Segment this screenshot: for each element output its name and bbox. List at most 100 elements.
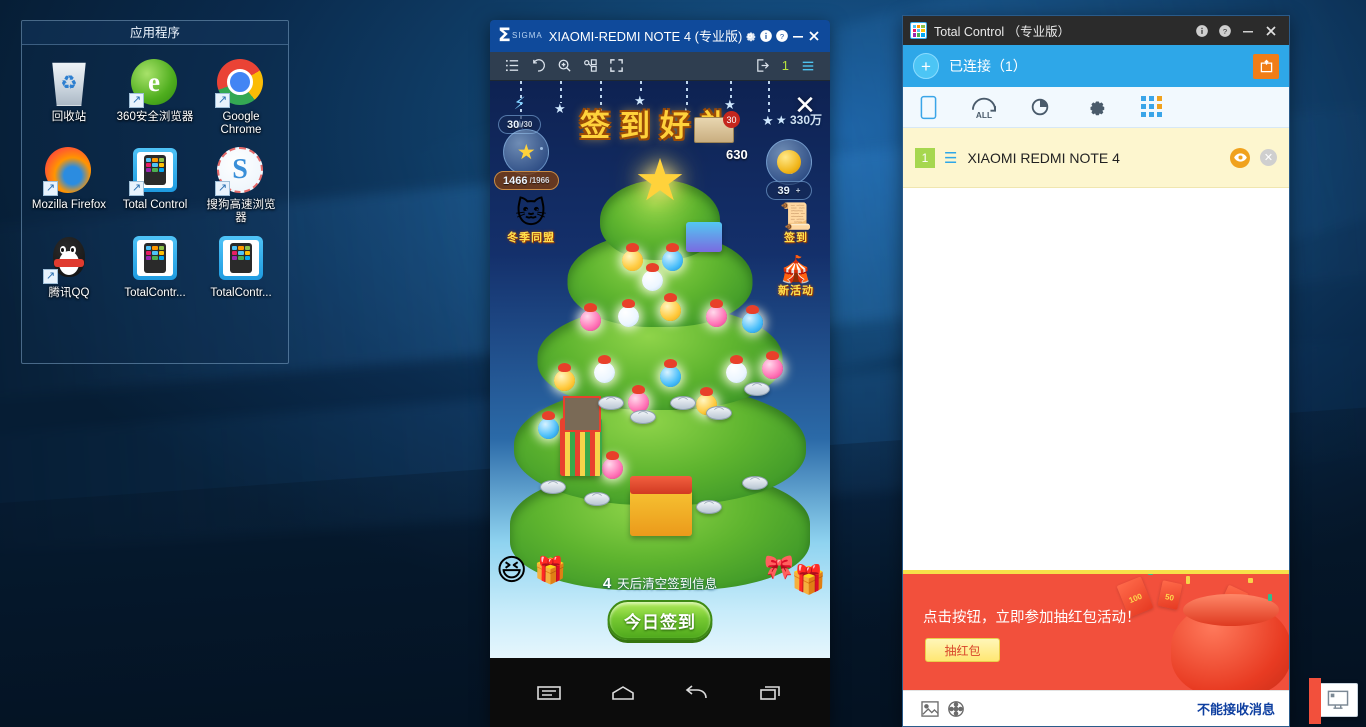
mozilla-firefox-icon: ↗ xyxy=(43,147,93,196)
home-icon[interactable] xyxy=(608,681,638,705)
shortcut-arrow-icon: ↗ xyxy=(43,181,58,196)
sogou-browser-icon: S ↗ xyxy=(215,147,265,196)
phone-mirror-window: Σ SIGMA XIAOMI-REDMI NOTE 4 (专业版) ? 1 ★ … xyxy=(490,20,830,727)
question-icon[interactable]: ? xyxy=(774,25,790,47)
hud-mail[interactable]: 30 xyxy=(694,111,740,147)
grid-apps-icon[interactable] xyxy=(1135,92,1169,122)
show-desktop-monitor-icon[interactable] xyxy=(1309,678,1358,724)
star-icon: ★ xyxy=(516,140,536,164)
sigma-sign: Σ xyxy=(498,24,511,47)
device-index: 1 xyxy=(915,147,935,168)
phone-toolbar-right: 1 xyxy=(750,54,821,78)
key-mapping-icon[interactable] xyxy=(577,54,603,78)
phone-window-titlebar[interactable]: Σ SIGMA XIAOMI-REDMI NOTE 4 (专业版) ? xyxy=(490,20,830,52)
close-icon[interactable] xyxy=(1259,20,1282,42)
info-icon[interactable] xyxy=(1190,20,1213,42)
phone-window-title: XIAOMI-REDMI NOTE 4 (专业版) xyxy=(548,29,743,45)
close-circle-icon[interactable]: ✕ xyxy=(1260,149,1277,166)
hamburger-icon[interactable] xyxy=(795,54,821,78)
expand-icon[interactable] xyxy=(603,54,629,78)
desktop-icon-360-browser[interactable]: e ↗ 360安全浏览器 xyxy=(112,53,198,141)
google-chrome-icon: ↗ xyxy=(215,59,265,108)
rotate-ccw-icon[interactable] xyxy=(525,54,551,78)
back-arrow-icon[interactable] xyxy=(682,681,712,705)
clear-note-text: 天后清空签到信息 xyxy=(617,577,718,592)
shopping-cart-icon[interactable] xyxy=(1253,53,1279,79)
magnifier-icon[interactable] xyxy=(551,54,577,78)
shortcut-arrow-icon: ↗ xyxy=(129,181,144,196)
desktop-icon-totalcontrol-3[interactable]: TotalContr... xyxy=(198,229,284,304)
desktop-icon-recycle-bin[interactable]: 回收站 xyxy=(26,53,112,141)
hud-energy[interactable]: ⚡ 30 /30 xyxy=(498,93,542,135)
gear-icon[interactable] xyxy=(742,25,758,47)
info-icon[interactable] xyxy=(758,25,774,47)
recents-icon[interactable] xyxy=(756,681,786,705)
red-envelope-art: 抽红包！ 100 50 50 xyxy=(1116,574,1289,690)
phone-toolbar: 1 xyxy=(490,51,830,82)
desktop-icon-google-chrome[interactable]: ↗ Google Chrome xyxy=(198,53,284,141)
eye-icon[interactable] xyxy=(1230,147,1250,168)
desktop-icon-totalcontrol-2[interactable]: TotalContr... xyxy=(112,229,198,304)
list-icon[interactable] xyxy=(499,54,525,78)
desktop-icon-sogou-browser[interactable]: S ↗ 搜狗高速浏览器 xyxy=(198,141,284,229)
score-value: 330万 xyxy=(789,113,822,128)
promo-text: 点击按钮，立即参加抽红包活动！ xyxy=(923,610,1141,626)
red-envelope-icon: 50 xyxy=(1157,580,1183,610)
total-control-logo-icon xyxy=(910,22,927,39)
icon-label: 回收站 xyxy=(51,111,87,123)
total-control-icon: ↗ xyxy=(129,147,179,196)
sigma-word: SIGMA xyxy=(511,31,543,41)
gear-icon[interactable] xyxy=(1079,92,1113,122)
icon-label: TotalContr... xyxy=(124,287,186,299)
shortcut-arrow-icon: ↗ xyxy=(43,269,58,284)
desktop-icon-mozilla-firefox[interactable]: ↗ Mozilla Firefox xyxy=(26,141,112,229)
icon-label: Total Control xyxy=(122,199,188,211)
checkin-button[interactable]: 今日签到 xyxy=(607,600,713,641)
svg-text:?: ? xyxy=(780,32,784,41)
minimize-icon[interactable] xyxy=(790,25,806,47)
film-reel-icon[interactable] xyxy=(943,697,969,721)
hamburger-icon[interactable]: ☰ xyxy=(944,149,957,167)
clear-info-note: 4 天后清空签到信息 xyxy=(490,573,830,592)
hud-score-mid: 630 xyxy=(726,147,748,163)
clear-days-number: 4 xyxy=(602,575,612,593)
folder-icon-grid: 回收站 e↗ 360安全浏览器 ↗ Google Chrome ↗ Mozill… xyxy=(22,45,288,304)
gift-box-blue xyxy=(686,222,722,253)
menu-icon[interactable] xyxy=(534,681,564,705)
plus-icon[interactable]: + xyxy=(913,53,939,79)
promo-banner[interactable]: 抽红包！ 100 50 50 点击按钮，立即参加抽红包活动！ 抽红包 xyxy=(903,570,1289,690)
gift-photo-box xyxy=(560,396,602,477)
star-bubble: ★ xyxy=(503,129,550,176)
minimize-icon[interactable] xyxy=(1236,20,1259,42)
phone-outline-icon[interactable] xyxy=(911,92,945,122)
device-name: XIAOMI REDMI NOTE 4 xyxy=(967,149,1120,166)
svg-text:ALL: ALL xyxy=(976,110,992,119)
desktop-icon-total-control[interactable]: ↗ Total Control xyxy=(112,141,198,229)
question-icon[interactable]: ? xyxy=(1213,20,1236,42)
android-navigation-bar xyxy=(490,658,830,727)
rotate-circle-icon[interactable] xyxy=(1023,92,1057,122)
gift-box-gold xyxy=(630,476,692,537)
icon-label: 搜狗高速浏览器 xyxy=(206,199,276,224)
energy-max: /30 xyxy=(521,120,533,130)
shortcut-arrow-icon: ↗ xyxy=(215,181,230,196)
shortcut-arrow-icon: ↗ xyxy=(129,93,144,108)
all-rotate-icon[interactable]: ALL xyxy=(967,92,1001,122)
connected-count-label: 已连接（1） xyxy=(949,58,1027,74)
total-control-icon xyxy=(217,235,265,283)
export-icon[interactable] xyxy=(750,54,776,78)
hud-score-top: ★ 330万 xyxy=(775,113,822,128)
promo-button[interactable]: 抽红包 xyxy=(925,638,1000,662)
table-row[interactable]: 1 ☰ XIAOMI REDMI NOTE 4 ✕ xyxy=(903,128,1289,188)
image-icon[interactable] xyxy=(917,697,943,721)
desktop-icon-tencent-qq[interactable]: ↗ 腾讯QQ xyxy=(26,229,112,304)
svg-text:?: ? xyxy=(1222,26,1226,35)
folder-title: 应用程序 xyxy=(22,21,288,45)
360-browser-icon: e ↗ xyxy=(129,59,179,108)
total-control-toolbar: ALL xyxy=(903,87,1289,128)
icon-label: Google Chrome xyxy=(220,111,262,136)
close-icon[interactable] xyxy=(806,25,822,47)
phone-mirrored-screen[interactable]: ★ ★ ★ ★ ★ ★ ★ 签到好礼 ✕ ⚡ 30 /30 ★ 1466 xyxy=(490,81,830,659)
total-control-titlebar[interactable]: Total Control （专业版） ? xyxy=(903,16,1289,45)
total-control-icon xyxy=(131,235,179,283)
